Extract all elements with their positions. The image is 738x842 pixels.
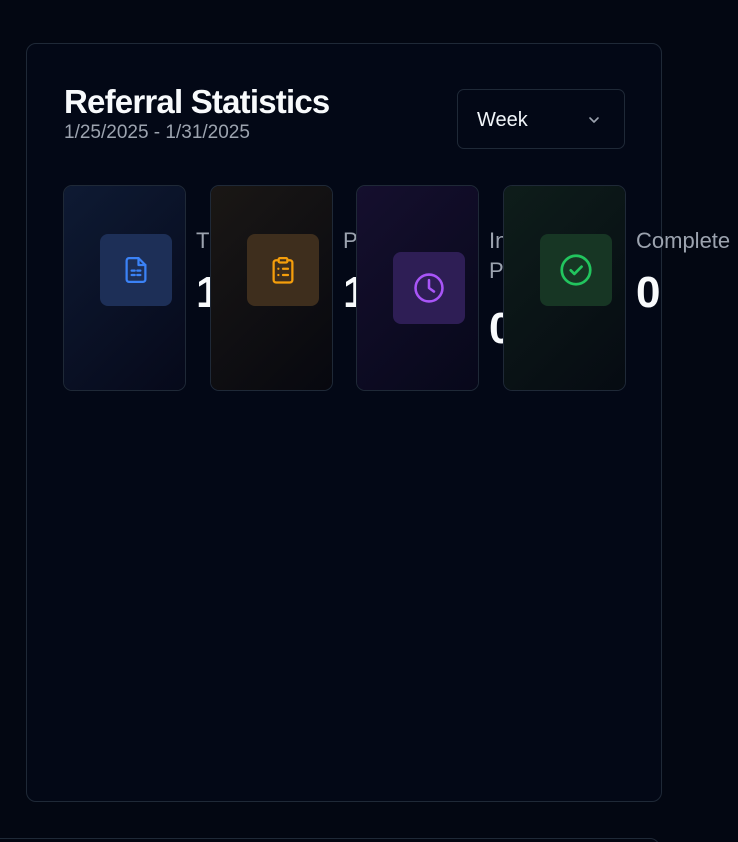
stat-icon-box (247, 234, 319, 306)
chevron-down-icon (589, 117, 599, 123)
period-select-value: Week (477, 109, 528, 131)
stat-card-pending[interactable]: P 1 (210, 185, 357, 391)
stat-value: 1 (196, 268, 210, 317)
stat-card-completed[interactable]: Complete 0 (503, 185, 730, 391)
stat-value: 1 (343, 268, 357, 317)
stat-value: 0 (489, 304, 503, 353)
period-select[interactable]: Week (457, 89, 625, 149)
stat-card-in-progress[interactable]: In P 0 (356, 185, 503, 391)
stat-value: 0 (636, 268, 661, 317)
referral-statistics-card: Referral Statistics 1/25/2025 - 1/31/202… (26, 43, 730, 802)
stat-icon-box (100, 234, 172, 306)
page: Referral Statistics 1/25/2025 - 1/31/202… (0, 0, 738, 842)
stat-label: Complete (636, 228, 731, 253)
card-title: Referral Statistics (64, 83, 330, 120)
stat-card-total[interactable]: T 1 (63, 185, 210, 391)
document-icon (125, 257, 147, 283)
date-range: 1/25/2025 - 1/31/2025 (64, 122, 250, 143)
clock-icon (414, 273, 444, 303)
adjacent-panel-bottom (0, 838, 660, 842)
check-circle-icon (560, 254, 592, 286)
stat-label: In P (489, 228, 503, 283)
stat-icon-box (393, 252, 465, 324)
stat-icon-box (540, 234, 612, 306)
clipboard-list-icon (272, 257, 294, 284)
stat-label: P (343, 228, 357, 253)
stat-label: T (196, 228, 210, 253)
